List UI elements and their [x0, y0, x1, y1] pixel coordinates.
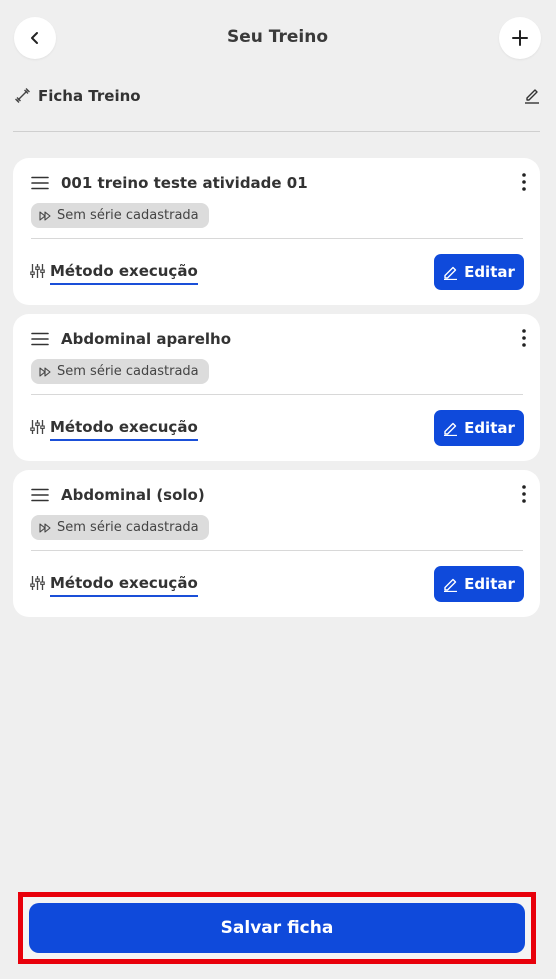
- card-divider: [31, 238, 523, 239]
- series-badge: Sem série cadastrada: [31, 515, 209, 540]
- save-ficha-button[interactable]: Salvar ficha: [29, 903, 525, 953]
- exercise-title: Abdominal aparelho: [61, 330, 232, 348]
- fast-forward-icon: [39, 366, 51, 377]
- add-button[interactable]: [499, 17, 541, 59]
- more-options-icon[interactable]: [522, 173, 526, 191]
- app-header: Seu Treino: [14, 17, 541, 60]
- more-options-icon[interactable]: [522, 485, 526, 503]
- series-badge: Sem série cadastrada: [31, 359, 209, 384]
- fast-forward-icon: [39, 210, 51, 221]
- section-divider: [13, 131, 540, 132]
- save-highlight-frame: Salvar ficha: [18, 892, 536, 964]
- plus-icon: [512, 30, 528, 46]
- method-label: Método execução: [50, 574, 198, 597]
- pencil-icon: [443, 421, 458, 436]
- exercise-card: Abdominal (solo) Sem série cadastrada Mé…: [13, 470, 540, 617]
- exercise-title: Abdominal (solo): [61, 486, 205, 504]
- pencil-underline-icon[interactable]: [523, 86, 541, 104]
- ficha-label: Ficha Treino: [38, 87, 141, 105]
- pencil-icon: [443, 265, 458, 280]
- drag-handle-icon[interactable]: [31, 488, 49, 502]
- exercise-card: 001 treino teste atividade 01 Sem série …: [13, 158, 540, 305]
- card-divider: [31, 550, 523, 551]
- exercise-card: Abdominal aparelho Sem série cadastrada …: [13, 314, 540, 461]
- drag-handle-icon[interactable]: [31, 332, 49, 346]
- method-label: Método execução: [50, 262, 198, 285]
- exercise-title: 001 treino teste atividade 01: [61, 174, 308, 192]
- sliders-icon: [30, 420, 45, 434]
- edit-button[interactable]: Editar: [434, 410, 524, 446]
- dumbbell-icon: [15, 88, 30, 103]
- page-title: Seu Treino: [226, 27, 329, 47]
- more-options-icon[interactable]: [522, 329, 526, 347]
- fast-forward-icon: [39, 522, 51, 533]
- drag-handle-icon[interactable]: [31, 176, 49, 190]
- edit-button-label: Editar: [464, 263, 515, 281]
- series-badge-text: Sem série cadastrada: [57, 208, 199, 223]
- pencil-icon: [443, 577, 458, 592]
- sliders-icon: [30, 264, 45, 278]
- edit-button[interactable]: Editar: [434, 566, 524, 602]
- card-divider: [31, 394, 523, 395]
- edit-button[interactable]: Editar: [434, 254, 524, 290]
- workout-screen: Seu Treino Ficha Treino 001 treino teste…: [0, 0, 556, 979]
- method-label: Método execução: [50, 418, 198, 441]
- series-badge: Sem série cadastrada: [31, 203, 209, 228]
- ficha-row: Ficha Treino: [14, 84, 541, 108]
- sliders-icon: [30, 576, 45, 590]
- edit-button-label: Editar: [464, 575, 515, 593]
- edit-button-label: Editar: [464, 419, 515, 437]
- series-badge-text: Sem série cadastrada: [57, 364, 199, 379]
- series-badge-text: Sem série cadastrada: [57, 520, 199, 535]
